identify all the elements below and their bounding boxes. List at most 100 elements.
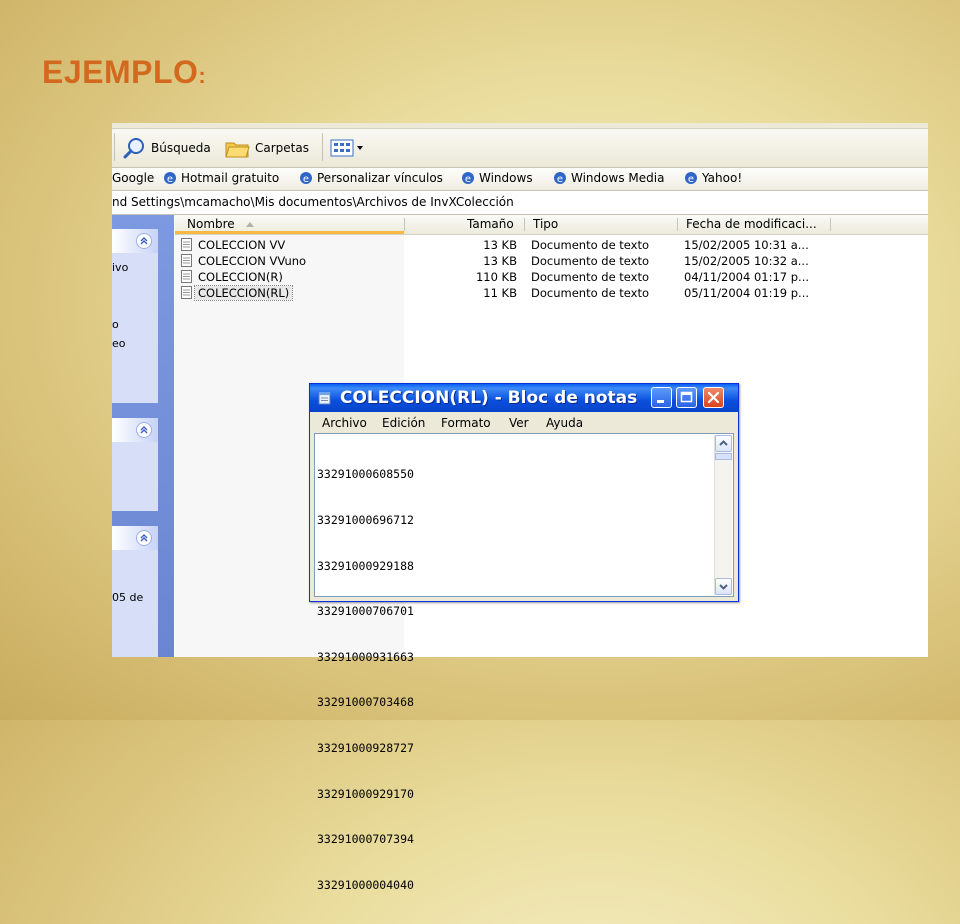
close-button[interactable] — [703, 387, 724, 408]
file-name: COLECCION(R) — [198, 270, 283, 284]
column-header-type[interactable]: Tipo — [533, 217, 558, 231]
maximize-icon — [680, 391, 693, 403]
ie-icon: e — [164, 172, 176, 185]
folders-button-label: Carpetas — [255, 141, 309, 155]
views-icon — [330, 139, 363, 157]
column-divider[interactable] — [830, 218, 831, 231]
address-path[interactable]: nd Settings\mcamacho\Mis documentos\Arch… — [112, 195, 514, 209]
folders-icon — [225, 142, 250, 158]
notepad-title: COLECCION(RL) - Bloc de notas — [340, 388, 638, 408]
notepad-text-area[interactable]: 33291000608550 33291000696712 3329100092… — [314, 433, 734, 892]
file-name: COLECCION(RL) — [193, 285, 294, 301]
task-panel-header[interactable] — [112, 229, 158, 253]
file-row[interactable]: COLECCION VV 13 KB Documento de texto 15… — [175, 237, 928, 253]
slide-title-text: EJEMPLO — [42, 54, 199, 90]
file-row[interactable]: COLECCION VVuno 13 KB Documento de texto… — [175, 253, 928, 269]
file-type: Documento de texto — [531, 254, 650, 268]
svg-text:e: e — [557, 174, 563, 185]
task-panel-1: ivo o eo — [112, 229, 158, 403]
notepad-line: 33291000703468 — [317, 695, 414, 710]
collapse-chevron-icon[interactable] — [136, 233, 152, 249]
column-header-type-label: Tipo — [533, 217, 559, 231]
column-divider[interactable] — [404, 218, 405, 231]
link-windows-media[interactable]: e Windows Media — [553, 171, 664, 185]
close-icon — [707, 391, 720, 404]
sort-indicator-bar — [175, 231, 404, 234]
toolbar-separator — [114, 133, 115, 161]
link-personalizar[interactable]: e Personalizar vínculos — [299, 171, 443, 185]
menu-edicion[interactable]: Edición — [382, 416, 425, 430]
column-header-size-label: Tamaño — [467, 217, 514, 231]
ie-icon: e — [462, 172, 474, 185]
file-row-selected[interactable]: COLECCION(RL) 11 KB Documento de texto 0… — [175, 285, 928, 301]
link-windows[interactable]: e Windows — [461, 171, 533, 185]
file-name: COLECCION VVuno — [198, 254, 307, 268]
notepad-line: 33291000696712 — [317, 513, 414, 528]
file-date: 15/02/2005 10:32 a... — [684, 254, 809, 268]
column-header-date-label: Fecha de modificaci... — [686, 217, 817, 231]
column-divider[interactable] — [677, 218, 678, 231]
file-type: Documento de texto — [531, 286, 650, 300]
ie-icon: e — [300, 172, 312, 185]
link-windows-media-label: Windows Media — [571, 171, 665, 185]
links-bar: Google e Hotmail gratuito e Personalizar… — [112, 168, 928, 191]
svg-text:e: e — [303, 174, 309, 185]
collapse-chevron-icon[interactable] — [136, 530, 152, 546]
file-type: Documento de texto — [531, 238, 650, 252]
notepad-content: 33291000608550 33291000696712 3329100092… — [317, 437, 414, 924]
column-header-name[interactable]: Nombre — [187, 217, 255, 231]
file-size: 13 KB — [483, 238, 517, 252]
menu-archivo[interactable]: Archivo — [322, 416, 367, 430]
task-pane-text: o — [112, 318, 119, 331]
link-google-label: Google — [112, 171, 155, 185]
menu-ayuda[interactable]: Ayuda — [546, 416, 583, 430]
task-panel-header[interactable] — [112, 418, 158, 442]
file-date: 05/11/2004 01:19 p... — [684, 286, 810, 300]
column-header-size[interactable]: Tamaño — [467, 217, 514, 231]
column-header-date[interactable]: Fecha de modificaci... — [686, 217, 817, 231]
scroll-up-button[interactable] — [715, 435, 732, 452]
file-row[interactable]: COLECCION(R) 110 KB Documento de texto 0… — [175, 269, 928, 285]
notepad-line: 33291000929188 — [317, 558, 414, 573]
text-file-icon — [181, 270, 192, 283]
vertical-scrollbar[interactable] — [714, 435, 732, 595]
column-divider[interactable] — [524, 218, 525, 231]
search-icon — [123, 138, 144, 159]
collapse-chevron-icon[interactable] — [136, 422, 152, 438]
link-google[interactable]: Google — [112, 171, 154, 185]
file-size: 11 KB — [483, 286, 517, 300]
link-hotmail[interactable]: e Hotmail gratuito — [163, 171, 279, 185]
menu-formato[interactable]: Formato — [441, 416, 491, 430]
text-file-icon — [181, 286, 192, 299]
menu-ver[interactable]: Ver — [509, 416, 529, 430]
folders-button[interactable]: Carpetas — [224, 135, 309, 161]
task-pane-text: 05 de — [112, 591, 144, 604]
notepad-line: 33291000929170 — [317, 786, 414, 801]
link-windows-label: Windows — [479, 171, 533, 185]
notepad-line: 33291000928727 — [317, 741, 414, 756]
scroll-down-button[interactable] — [715, 578, 732, 595]
notepad-menu-bar: Archivo Edición Formato Ver Ayuda — [310, 414, 738, 432]
slide-title-colon: : — [198, 63, 207, 88]
maximize-button[interactable] — [676, 387, 697, 408]
views-button[interactable] — [330, 135, 366, 161]
link-yahoo-label: Yahoo! — [702, 171, 743, 185]
task-pane: ivo o eo 05 de — [112, 215, 174, 657]
slide-title: EJEMPLO: — [42, 54, 206, 91]
file-name: COLECCION VV — [198, 238, 286, 252]
task-panel-2 — [112, 418, 158, 511]
task-pane-text: eo — [112, 337, 126, 350]
scroll-thumb[interactable] — [715, 453, 732, 460]
link-yahoo[interactable]: e Yahoo! — [684, 171, 742, 185]
minimize-button[interactable] — [651, 387, 672, 408]
task-panel-3: 05 de — [112, 526, 158, 657]
file-type: Documento de texto — [531, 270, 650, 284]
file-size: 110 KB — [475, 270, 517, 284]
notepad-title-bar[interactable]: COLECCION(RL) - Bloc de notas — [310, 384, 738, 412]
search-button[interactable]: Búsqueda — [122, 135, 211, 161]
task-panel-header[interactable] — [112, 526, 158, 550]
task-pane-text: ivo — [112, 261, 129, 274]
address-bar[interactable]: nd Settings\mcamacho\Mis documentos\Arch… — [112, 191, 928, 215]
ie-icon: e — [554, 172, 566, 185]
link-personalizar-label: Personalizar vínculos — [317, 171, 443, 185]
